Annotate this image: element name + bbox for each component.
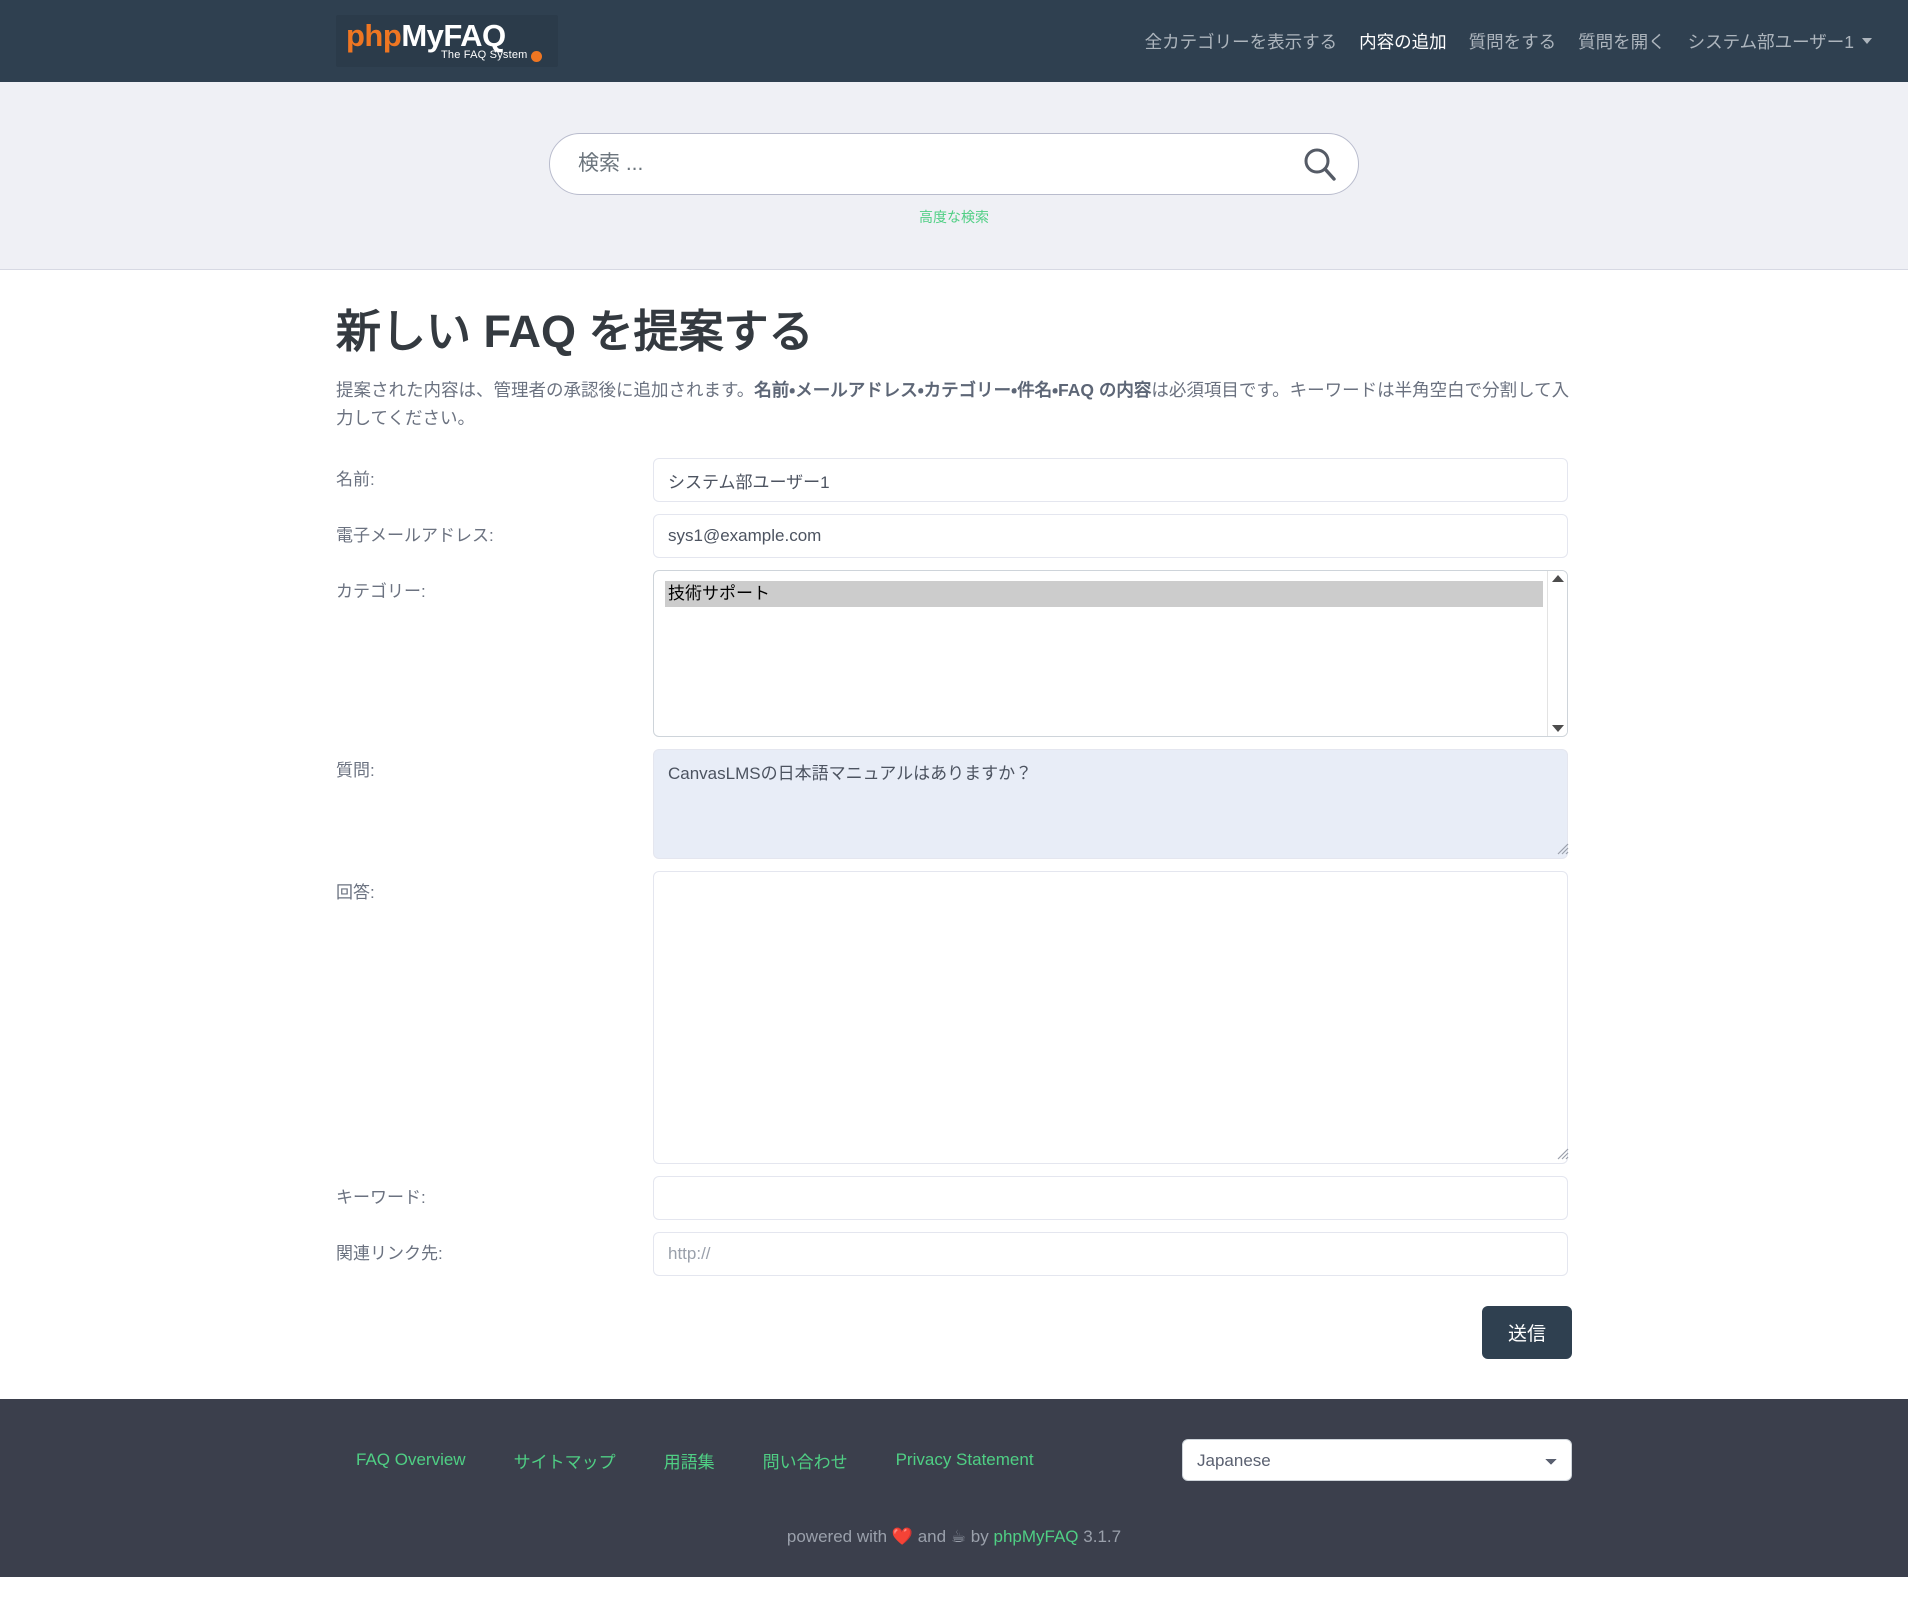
language-select[interactable]: Japanese: [1182, 1439, 1572, 1482]
user-menu[interactable]: システム部ユーザー1: [1688, 29, 1872, 54]
question-label: 質問:: [336, 761, 375, 781]
page-description: 提案された内容は、管理者の承認後に追加されます。名前・メールアドレス・カテゴリー…: [336, 376, 1572, 433]
logo-php-text: php: [346, 18, 402, 53]
nav-item-open-questions[interactable]: 質問を開く: [1578, 29, 1666, 54]
answer-label: 回答:: [336, 883, 375, 903]
logo-dot-icon: [531, 51, 542, 62]
phpmyfaq-logo[interactable]: phpMyFAQ The FAQ System: [336, 15, 558, 67]
chevron-down-icon[interactable]: [1551, 725, 1564, 733]
chevron-down-icon: [1862, 38, 1872, 44]
answer-textarea[interactable]: [653, 871, 1568, 1165]
credit-prefix: powered with: [786, 1527, 888, 1547]
link-input[interactable]: [653, 1232, 1568, 1277]
form-row-email: 電子メールアドレス:: [336, 514, 1572, 559]
name-input[interactable]: [653, 458, 1568, 503]
credit-phpmyfaq-link[interactable]: phpMyFAQ: [994, 1527, 1079, 1546]
main-nav: 全カテゴリーを表示する 内容の追加 質問をする 質問を開く システム部ユーザー1: [1145, 29, 1872, 54]
nav-item-add-content[interactable]: 内容の追加: [1359, 29, 1447, 54]
nav-item-show-all-categories[interactable]: 全カテゴリーを表示する: [1145, 29, 1338, 54]
category-listbox[interactable]: 技術サポート: [653, 570, 1568, 738]
email-input[interactable]: [653, 514, 1568, 559]
desc-required-fields: 名前・メールアドレス・カテゴリー・件名・FAQ の内容: [754, 379, 1152, 400]
form-row-question: 質問:: [336, 749, 1572, 860]
page-title: 新しい FAQ を提案する: [336, 306, 814, 357]
search-icon: [1304, 148, 1336, 181]
credit-version: 3.1.7: [1083, 1527, 1122, 1547]
top-navbar: phpMyFAQ The FAQ System 全カテゴリーを表示する 内容の追…: [0, 0, 1908, 82]
form-row-keywords: キーワード:: [336, 1176, 1572, 1221]
submit-row: 送信: [336, 1306, 1572, 1360]
footer-link-glossary[interactable]: 用語集: [664, 1448, 715, 1473]
category-scrollbar[interactable]: [1547, 571, 1567, 737]
link-label: 関連リンク先:: [336, 1244, 443, 1264]
category-option-selected[interactable]: 技術サポート: [665, 581, 1543, 608]
footer-link-contact[interactable]: 問い合わせ: [763, 1448, 848, 1473]
advanced-search-link[interactable]: 高度な検索: [919, 207, 989, 227]
category-label: カテゴリー:: [336, 582, 426, 602]
logo-myfaq-text: MyFAQ: [401, 18, 506, 53]
search-band: 高度な検索: [0, 82, 1908, 270]
search-input[interactable]: [549, 133, 1359, 195]
form-row-category: カテゴリー: 技術サポート: [336, 570, 1572, 738]
submit-button[interactable]: 送信: [1481, 1306, 1572, 1360]
name-label: 名前:: [336, 470, 375, 490]
footer-credit: powered with ❤️ and ☕ by phpMyFAQ 3.1.7: [336, 1527, 1572, 1547]
heart-icon: ❤️: [891, 1527, 913, 1547]
main-content: 新しい FAQ を提案する 提案された内容は、管理者の承認後に追加されます。名前…: [0, 270, 1908, 1400]
credit-by: by: [970, 1527, 989, 1547]
site-footer: FAQ Overview サイトマップ 用語集 問い合わせ Privacy St…: [0, 1399, 1908, 1578]
form-row-link: 関連リンク先:: [336, 1232, 1572, 1277]
coffee-icon: ☕: [950, 1527, 967, 1547]
nav-item-ask-question[interactable]: 質問をする: [1469, 29, 1557, 54]
suggest-faq-form: 名前: 電子メールアドレス: カテゴリー: 技術サポート: [336, 458, 1572, 1360]
form-row-answer: 回答:: [336, 871, 1572, 1165]
search-button[interactable]: [1299, 144, 1341, 186]
footer-link-sitemap[interactable]: サイトマップ: [514, 1448, 616, 1473]
footer-link-privacy-statement[interactable]: Privacy Statement: [896, 1450, 1034, 1470]
question-textarea[interactable]: [653, 749, 1568, 860]
credit-and: and: [917, 1527, 947, 1547]
desc-part-1: 提案された内容は、管理者の承認後に追加されます。: [336, 379, 755, 400]
chevron-up-icon[interactable]: [1551, 575, 1564, 583]
email-label: 電子メールアドレス:: [336, 526, 494, 546]
footer-links: FAQ Overview サイトマップ 用語集 問い合わせ Privacy St…: [336, 1448, 1034, 1473]
logo-tagline: The FAQ System: [441, 49, 528, 61]
user-menu-label: システム部ユーザー1: [1687, 31, 1854, 52]
footer-link-faq-overview[interactable]: FAQ Overview: [356, 1450, 466, 1470]
keywords-input[interactable]: [653, 1176, 1568, 1221]
keywords-label: キーワード:: [336, 1188, 426, 1208]
form-row-name: 名前:: [336, 458, 1572, 503]
